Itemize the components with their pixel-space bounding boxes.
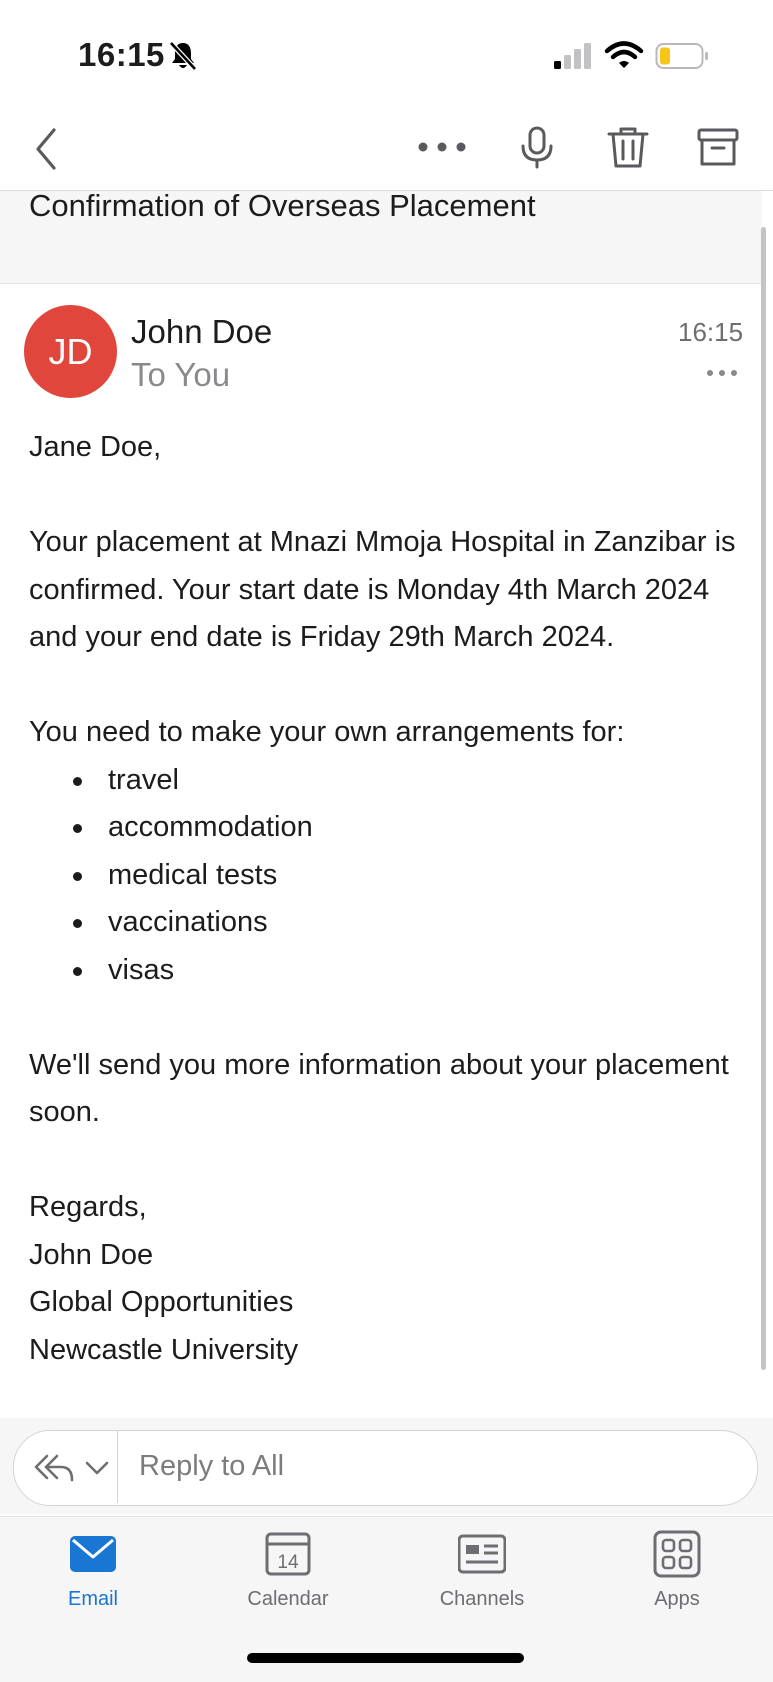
calendar-icon: 14 [265, 1532, 311, 1576]
calendar-day: 14 [277, 1552, 299, 1573]
home-indicator [247, 1653, 524, 1663]
battery-low-icon [655, 43, 708, 69]
tab-label: Email [67, 1588, 118, 1610]
bullet-icon [73, 871, 82, 881]
list-intro: You need to make your own arrangements f… [29, 716, 625, 748]
chevron-left-icon[interactable] [26, 122, 76, 172]
reply-all-icon[interactable] [33, 1451, 75, 1485]
message-more-icon[interactable] [706, 366, 738, 380]
recipient-label[interactable]: To You [131, 356, 230, 394]
archive-icon[interactable] [693, 122, 743, 172]
bullet-icon [73, 776, 82, 786]
tab-apps[interactable]: Apps [597, 1530, 757, 1610]
bullet-icon [73, 824, 82, 833]
wifi-icon [604, 41, 644, 68]
list-item: visas [29, 947, 749, 995]
message-subject: Confirmation of Overseas Placement [29, 188, 536, 223]
chevron-down-icon[interactable] [84, 1458, 110, 1478]
trash-icon[interactable] [603, 122, 653, 172]
tab-label: Channels [439, 1588, 525, 1610]
list-item: accommodation [29, 804, 749, 852]
message-time: 16:15 [678, 317, 744, 347]
list-item: medical tests [29, 852, 749, 900]
more-horizontal-icon[interactable] [417, 122, 467, 172]
reply-box[interactable] [13, 1430, 758, 1506]
bullet-icon [73, 919, 82, 928]
tab-label: Apps [654, 1588, 700, 1610]
tab-label: Calendar [247, 1588, 329, 1610]
signature-line: John Doe [29, 1238, 154, 1271]
bell-slash-icon [169, 41, 197, 71]
status-time: 16:15 [78, 36, 165, 73]
reply-divider [117, 1431, 118, 1503]
scrollbar[interactable] [761, 227, 766, 1370]
apps-grid-icon [653, 1530, 701, 1578]
message-toolbar [0, 104, 773, 191]
signature-line: Global Opportunities [29, 1286, 294, 1318]
message-body: Jane Doe, Your placement at Mnazi Mmoja … [29, 424, 749, 1374]
greeting: Jane Doe, [29, 431, 162, 463]
microphone-icon[interactable] [512, 122, 562, 172]
signal-icon [554, 43, 591, 69]
arrangements-list: travel accommodation medical tests vacci… [29, 757, 749, 995]
avatar[interactable]: JD [24, 305, 117, 398]
list-item: vaccinations [29, 899, 749, 947]
bullet-icon [73, 966, 82, 976]
envelope-icon [70, 1536, 116, 1572]
list-item: travel [29, 757, 749, 805]
tab-channels[interactable]: Channels [402, 1530, 562, 1610]
tab-email[interactable]: Email [13, 1530, 173, 1610]
signoff: Regards, [29, 1191, 147, 1223]
channels-icon [458, 1534, 506, 1574]
sender-name[interactable]: John Doe [131, 313, 272, 351]
signature-line: Newcastle University [29, 1333, 299, 1366]
body-paragraph: Your placement at Mnazi Mmoja Hospital i… [29, 526, 736, 653]
body-paragraph: We'll send you more information about yo… [29, 1048, 729, 1129]
tab-calendar[interactable]: 14 Calendar [208, 1530, 368, 1610]
reply-input[interactable]: Reply to All [139, 1450, 284, 1483]
